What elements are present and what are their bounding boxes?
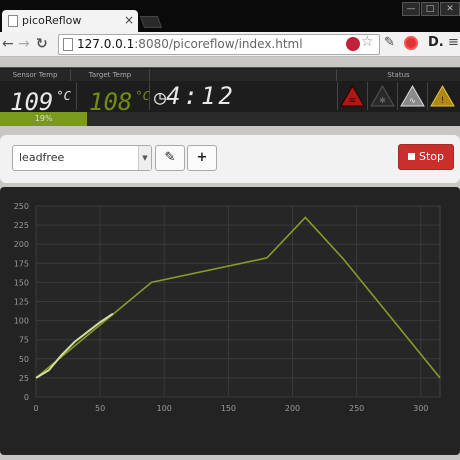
profile-chart: 0 25 50 75 100 125 150 175 200 225 250 0 50 100 150 200… [0, 187, 460, 455]
stop-button-label: Stop [418, 150, 444, 163]
edit-profile-button[interactable]: ✎ [155, 145, 185, 171]
y-tick-label: 225 [14, 221, 29, 230]
back-icon[interactable]: ← [2, 35, 14, 53]
opera-icon[interactable] [404, 36, 418, 50]
y-tick-label: 200 [14, 240, 29, 249]
browser-tab-strip: picoReflow × — □ ✕ [0, 0, 460, 32]
minimize-button[interactable]: — [402, 2, 420, 16]
time-header [150, 69, 337, 81]
close-window-button[interactable]: ✕ [440, 2, 460, 16]
menu-icon[interactable]: ≡ [448, 35, 459, 50]
blocker-icon[interactable] [346, 37, 360, 51]
x-tick-label: 150 [221, 404, 236, 413]
cooling-warning-icon: ✱ [367, 82, 397, 110]
profile-chart-svg: 0 25 50 75 100 125 150 175 200 225 250 0 50 100 150 200… [14, 202, 441, 413]
chevron-down-icon[interactable]: ▼ [138, 146, 151, 170]
y-tick-label: 150 [14, 278, 29, 287]
x-tick-label: 0 [33, 404, 38, 413]
timer-display: ◷4:12 [150, 82, 336, 110]
status-label: Status [337, 69, 460, 81]
stop-button[interactable]: Stop [398, 144, 454, 170]
controls-panel: leadfree ▼ ✎ + Stop [0, 135, 460, 183]
heating-warning-icon: ≋ [337, 82, 367, 110]
target-temp-unit: °C [135, 89, 150, 103]
status-bar: Sensor Temp Target Temp Status 109 °C 108… [0, 67, 460, 126]
y-tick-label: 175 [14, 259, 29, 268]
svg-text:≋: ≋ [349, 96, 357, 106]
sensor-temp-unit: °C [56, 89, 71, 103]
x-tick-label: 100 [157, 404, 172, 413]
y-tick-label: 125 [14, 298, 29, 307]
clock-icon: ◷ [154, 85, 167, 109]
y-tick-label: 100 [14, 317, 29, 326]
eyedropper-icon[interactable]: ✎ [384, 35, 395, 50]
progress-fill: 19% [0, 112, 88, 126]
page-icon [63, 38, 73, 51]
close-tab-icon[interactable]: × [124, 13, 134, 27]
forward-icon[interactable]: → [18, 35, 30, 53]
hazard-warning-icon: ! [427, 82, 457, 110]
svg-text:∿: ∿ [409, 96, 416, 105]
reload-icon[interactable]: ↻ [36, 35, 48, 53]
y-tick-label: 75 [19, 336, 29, 345]
y-tick-label: 50 [19, 355, 29, 364]
address-bar[interactable]: 127.0.0.1:8080/picoreflow/index.html ☆ [58, 34, 380, 55]
tab-title: picoReflow [22, 14, 82, 27]
target-temp-label: Target Temp [71, 69, 150, 81]
y-tick-label: 0 [24, 393, 29, 402]
svg-text:✱: ✱ [379, 96, 386, 105]
add-profile-button[interactable]: + [187, 145, 217, 171]
edit-icon: ✎ [164, 150, 176, 165]
profile-select[interactable]: leadfree ▼ [12, 145, 152, 171]
y-tick-label: 250 [14, 202, 29, 211]
profile-select-value: leadfree [19, 151, 65, 164]
x-tick-label: 50 [95, 404, 105, 413]
extension-d-icon[interactable]: D. [428, 35, 444, 50]
time-value: 4:12 [166, 82, 236, 110]
x-tick-label: 200 [285, 404, 300, 413]
url-text[interactable]: 127.0.0.1:8080/picoreflow/index.html [77, 37, 303, 51]
browser-tab[interactable]: picoReflow × [2, 10, 138, 32]
new-tab-button[interactable] [139, 16, 163, 28]
maximize-button[interactable]: □ [421, 2, 439, 16]
progress-bar: 19% [0, 112, 460, 126]
x-tick-label: 300 [413, 404, 428, 413]
add-icon: + [196, 150, 208, 165]
svg-text:!: ! [441, 96, 445, 106]
stop-icon [407, 153, 415, 160]
browser-toolbar: ← → ↻ 127.0.0.1:8080/picoreflow/index.ht… [0, 32, 460, 57]
page-icon [8, 15, 18, 27]
x-tick-label: 250 [349, 404, 364, 413]
progress-label: 19% [34, 114, 53, 123]
air-warning-icon: ∿ [397, 82, 427, 110]
star-icon[interactable]: ☆ [361, 34, 374, 50]
target-temp-display: 108 °C [77, 82, 150, 116]
y-tick-label: 25 [19, 374, 29, 383]
sensor-temp-display: 109 °C [0, 82, 77, 116]
sensor-temp-label: Sensor Temp [0, 69, 71, 81]
picoreflow-app: Sensor Temp Target Temp Status 109 °C 108… [0, 57, 460, 460]
